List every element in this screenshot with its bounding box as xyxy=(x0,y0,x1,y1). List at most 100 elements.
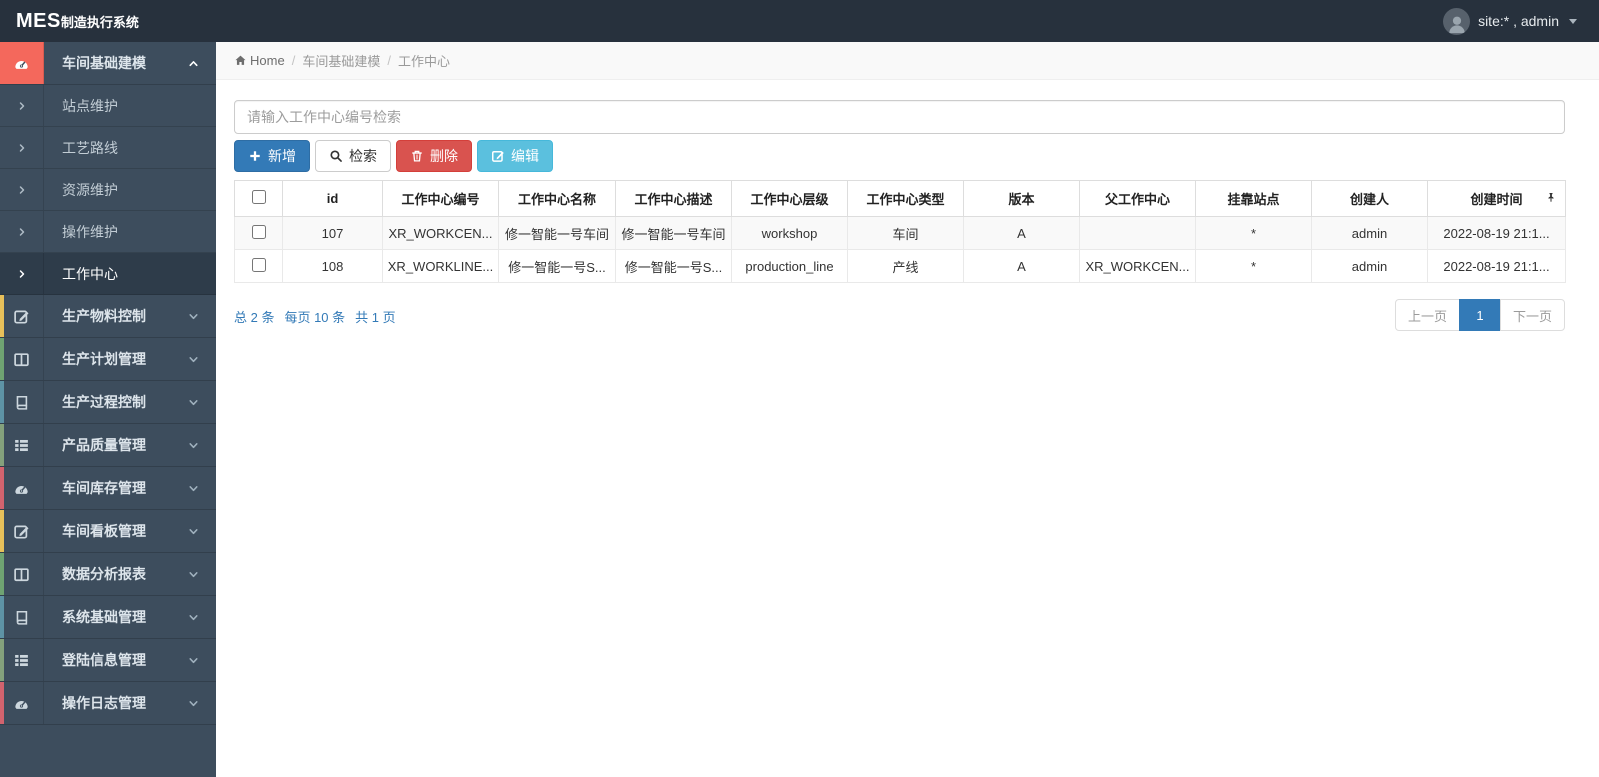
chevron-down-icon xyxy=(187,697,216,710)
cell-parent: XR_WORKCEN... xyxy=(1079,249,1196,283)
sidebar-item-label: 产品质量管理 xyxy=(62,437,146,453)
sidebar-item-workshop-modeling[interactable]: 车间基础建模 xyxy=(0,42,216,85)
user-menu[interactable]: site:* , admin xyxy=(1443,7,1599,35)
add-button-label: 新增 xyxy=(268,148,296,164)
column-header-code[interactable]: 工作中心编号 xyxy=(382,180,499,217)
sidebar-subitem-station-maintenance[interactable]: 站点维护 xyxy=(0,85,216,127)
breadcrumb-item[interactable]: 车间基础建模 xyxy=(302,51,380,70)
home-icon xyxy=(235,55,246,65)
cell-id: 107 xyxy=(282,216,383,250)
column-header-type[interactable]: 工作中心类型 xyxy=(847,180,964,217)
column-header-created-time[interactable]: 创建时间 xyxy=(1427,180,1566,217)
user-label: site:* , admin xyxy=(1478,13,1559,29)
chevron-down-icon xyxy=(187,654,216,667)
sidebar-subitem-label: 站点维护 xyxy=(62,97,118,114)
cell-created-time: 2022-08-19 21:1... xyxy=(1427,249,1566,283)
search-input[interactable] xyxy=(234,100,1565,134)
edit-button[interactable]: 编辑 xyxy=(477,140,553,172)
cell-level: workshop xyxy=(731,216,848,250)
book-icon xyxy=(0,596,44,638)
sidebar-item-label: 车间看板管理 xyxy=(62,523,146,539)
row-select-checkbox[interactable] xyxy=(251,224,266,239)
sidebar-item-production-plan-management[interactable]: 生产计划管理 xyxy=(0,338,216,381)
breadcrumb-home-link[interactable]: Home xyxy=(234,53,285,68)
app-logo: MES 制造执行系统 xyxy=(0,10,139,33)
work-center-table: id 工作中心编号 工作中心名称 工作中心描述 工作中心层级 工作中心类型 版本… xyxy=(234,180,1566,283)
edit-icon xyxy=(0,295,44,337)
add-button[interactable]: 新增 xyxy=(234,140,310,172)
column-header-description[interactable]: 工作中心描述 xyxy=(615,180,732,217)
pagination-bar: 总 2 条 每页 10 条 共 1 页 上一页 1 下一页 xyxy=(234,299,1565,331)
prev-page-button[interactable]: 上一页 xyxy=(1394,299,1460,331)
sidebar-subitem-work-center[interactable]: 工作中心 xyxy=(0,253,216,295)
cell-creator: admin xyxy=(1311,216,1428,250)
sidebar-item-label: 车间基础建模 xyxy=(62,55,146,71)
column-header-version[interactable]: 版本 xyxy=(963,180,1080,217)
header-select-cell xyxy=(234,180,283,217)
trash-icon xyxy=(411,150,423,162)
sidebar-item-workshop-kanban-management[interactable]: 车间看板管理 xyxy=(0,510,216,553)
chevron-right-icon xyxy=(0,127,44,168)
column-header-level[interactable]: 工作中心层级 xyxy=(731,180,848,217)
column-header-id[interactable]: id xyxy=(282,180,383,217)
cell-type: 车间 xyxy=(847,216,964,250)
dashboard-icon xyxy=(0,682,44,724)
chevron-up-icon xyxy=(187,57,216,70)
pagination-total: 总 2 条 xyxy=(234,310,275,325)
pin-icon[interactable] xyxy=(1545,191,1557,206)
row-select-checkbox[interactable] xyxy=(251,257,266,272)
sidebar-item-production-process-control[interactable]: 生产过程控制 xyxy=(0,381,216,424)
column-header-station[interactable]: 挂靠站点 xyxy=(1195,180,1312,217)
caret-down-icon xyxy=(1569,18,1577,24)
sidebar-item-label: 操作日志管理 xyxy=(62,695,146,711)
chevron-down-icon xyxy=(187,396,216,409)
column-header-name[interactable]: 工作中心名称 xyxy=(498,180,616,217)
book-icon xyxy=(0,381,44,423)
chevron-down-icon xyxy=(187,482,216,495)
search-button-label: 检索 xyxy=(349,148,377,164)
chevron-right-icon xyxy=(0,253,44,294)
sidebar-item-data-analysis-reports[interactable]: 数据分析报表 xyxy=(0,553,216,596)
sidebar-subitem-process-route[interactable]: 工艺路线 xyxy=(0,127,216,169)
pagination-per-page: 每页 10 条 xyxy=(284,310,346,325)
cell-code: XR_WORKLINE... xyxy=(382,249,499,283)
sidebar-item-label: 生产过程控制 xyxy=(62,394,146,410)
breadcrumb: Home / 车间基础建模 / 工作中心 xyxy=(216,42,1599,80)
delete-button[interactable]: 删除 xyxy=(396,140,472,172)
columns-icon xyxy=(0,338,44,380)
column-header-parent[interactable]: 父工作中心 xyxy=(1079,180,1196,217)
search-button[interactable]: 检索 xyxy=(315,140,391,172)
chevron-down-icon xyxy=(187,568,216,581)
table-row[interactable]: 107 XR_WORKCEN... 修一智能一号车间 修一智能一号车间 work… xyxy=(234,216,1566,250)
page-1-button[interactable]: 1 xyxy=(1458,299,1501,331)
cell-name: 修一智能一号车间 xyxy=(498,216,616,250)
cell-parent xyxy=(1079,216,1196,250)
pagination-page-count: 共 1 页 xyxy=(355,310,396,325)
sidebar-subitem-label: 工作中心 xyxy=(62,265,118,282)
sidebar-subitem-operation-maintenance[interactable]: 操作维护 xyxy=(0,211,216,253)
cell-station: * xyxy=(1195,249,1312,283)
next-page-button[interactable]: 下一页 xyxy=(1499,299,1565,331)
toolbar: 新增 检索 删除 编辑 xyxy=(234,140,1565,172)
sidebar-item-system-basic-management[interactable]: 系统基础管理 xyxy=(0,596,216,639)
cell-description: 修一智能一号S... xyxy=(615,249,732,283)
dashboard-icon xyxy=(0,467,44,509)
edit-icon xyxy=(0,510,44,552)
sidebar-item-operation-log-management[interactable]: 操作日志管理 xyxy=(0,682,216,725)
sidebar-item-workshop-inventory-management[interactable]: 车间库存管理 xyxy=(0,467,216,510)
app-logo-bold: MES xyxy=(16,9,61,32)
table-row[interactable]: 108 XR_WORKLINE... 修一智能一号S... 修一智能一号S...… xyxy=(234,249,1566,283)
select-all-checkbox[interactable] xyxy=(251,190,266,204)
edit-button-label: 编辑 xyxy=(511,148,539,164)
sidebar-item-production-material-control[interactable]: 生产物料控制 xyxy=(0,295,216,338)
plus-icon xyxy=(249,150,261,162)
column-header-creator[interactable]: 创建人 xyxy=(1311,180,1428,217)
pencil-square-icon xyxy=(492,151,505,162)
sidebar-subitem-resource-maintenance[interactable]: 资源维护 xyxy=(0,169,216,211)
chevron-down-icon xyxy=(187,439,216,452)
sidebar-item-login-info-management[interactable]: 登陆信息管理 xyxy=(0,639,216,682)
app-logo-rest: 制造执行系统 xyxy=(60,14,139,30)
cell-creator: admin xyxy=(1311,249,1428,283)
sidebar-item-product-quality-management[interactable]: 产品质量管理 xyxy=(0,424,216,467)
sidebar-subitem-label: 操作维护 xyxy=(62,223,118,240)
